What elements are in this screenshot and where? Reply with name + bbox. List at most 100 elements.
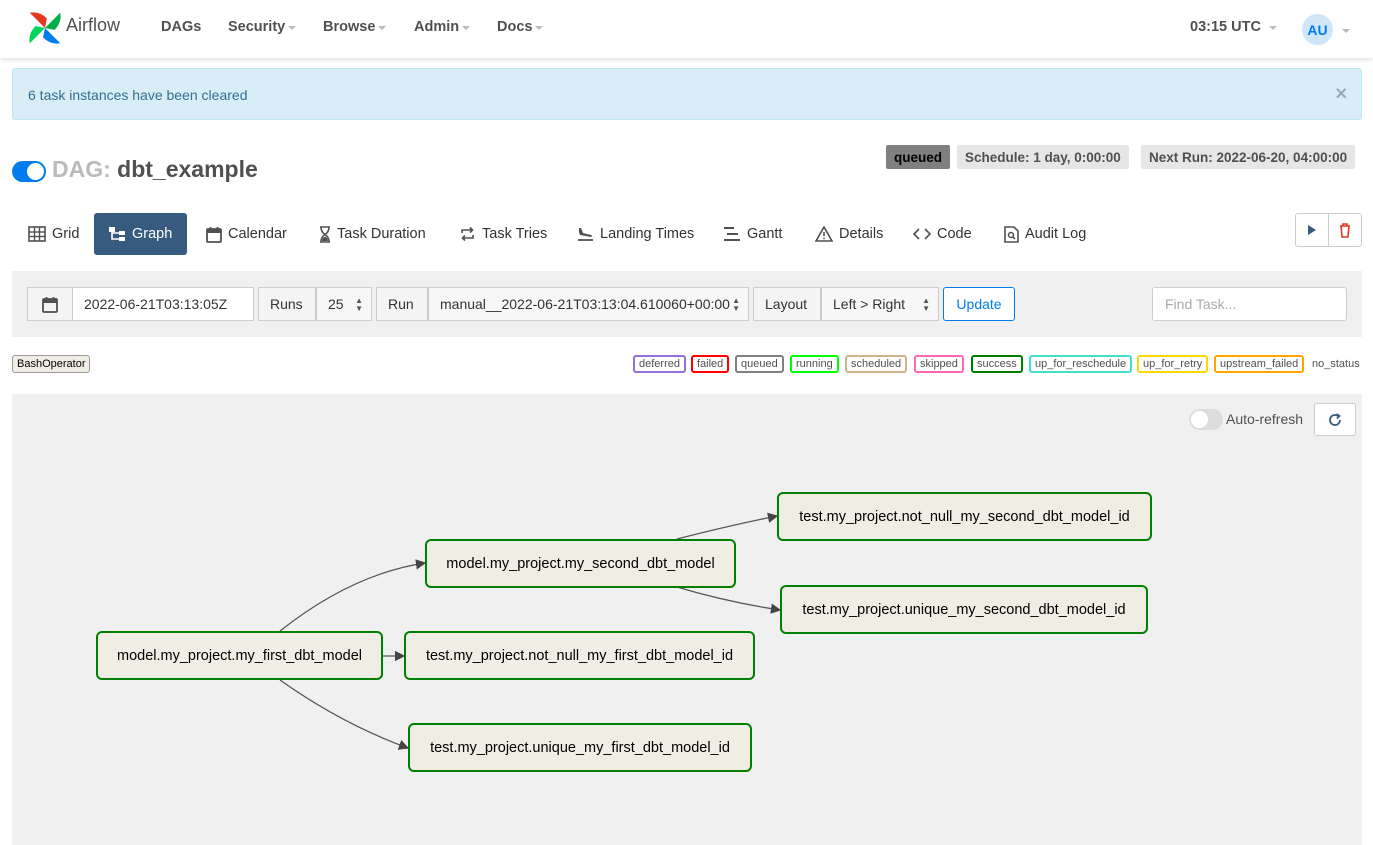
state-legend-up-for-reschedule[interactable]: up_for_reschedule bbox=[1029, 355, 1133, 373]
hourglass-icon bbox=[320, 225, 330, 243]
play-icon bbox=[1308, 225, 1316, 235]
tab-landing-times-label: Landing Times bbox=[600, 226, 695, 242]
layout-select[interactable]: Left > Right ▲ ▼ bbox=[821, 287, 939, 321]
nav-browse-label: Browse bbox=[323, 19, 376, 35]
state-legend-running[interactable]: running bbox=[790, 355, 839, 373]
state-legend-skipped[interactable]: skipped bbox=[914, 355, 964, 373]
user-avatar[interactable]: AU bbox=[1302, 14, 1333, 45]
delete-dag-button[interactable] bbox=[1328, 213, 1362, 247]
run-select[interactable]: manual__2022-06-21T03:13:04.610060+00:00… bbox=[428, 287, 749, 321]
calendar-icon bbox=[42, 296, 58, 313]
tab-gantt-label: Gantt bbox=[747, 226, 783, 242]
timezone-dropdown[interactable]: 03:15 UTC bbox=[1190, 19, 1277, 35]
nav-security[interactable]: Security bbox=[228, 19, 297, 35]
calendar-icon bbox=[206, 226, 222, 243]
edge-first-to-unique-first bbox=[279, 679, 410, 750]
next-run-badge: Next Run: 2022-06-20, 04:00:00 bbox=[1141, 145, 1356, 169]
close-icon[interactable]: × bbox=[1335, 84, 1347, 104]
dag-name[interactable]: dbt_example bbox=[117, 156, 258, 182]
edge-first-to-second bbox=[279, 559, 427, 632]
nav-admin-label: Admin bbox=[414, 19, 460, 35]
task-node[interactable]: test.my_project.not_null_my_second_dbt_m… bbox=[777, 492, 1152, 541]
nav-dags[interactable]: DAGs bbox=[161, 19, 201, 35]
caret-down-icon bbox=[288, 26, 297, 30]
avatar-initials: AU bbox=[1307, 21, 1328, 38]
task-node[interactable]: model.my_project.my_second_dbt_model bbox=[425, 539, 736, 588]
edge-second-to-unique-second bbox=[676, 586, 782, 614]
update-button[interactable]: Update bbox=[943, 287, 1015, 321]
landing-icon bbox=[578, 228, 593, 241]
tab-task-tries[interactable]: Task Tries bbox=[445, 213, 561, 255]
tab-audit-log[interactable]: Audit Log bbox=[990, 213, 1100, 255]
runs-select[interactable]: 25 ▲ ▼ bbox=[316, 287, 372, 321]
task-node[interactable]: test.my_project.unique_my_first_dbt_mode… bbox=[408, 723, 752, 772]
state-legend-queued[interactable]: queued bbox=[735, 355, 784, 373]
tab-details-label: Details bbox=[839, 226, 884, 242]
tab-grid-label: Grid bbox=[52, 226, 80, 242]
airflow-pinwheel-icon bbox=[29, 12, 61, 44]
trigger-dag-button[interactable] bbox=[1295, 213, 1329, 247]
current-time: 03:15 UTC bbox=[1190, 19, 1261, 35]
tab-code[interactable]: Code bbox=[899, 213, 986, 255]
graph-controls: 2022-06-21T03:13:05Z Runs 25 ▲ ▼ Run manu… bbox=[12, 271, 1362, 337]
caret-down-icon bbox=[462, 26, 471, 30]
tab-landing-times[interactable]: Landing Times bbox=[562, 213, 708, 255]
caret-down-icon bbox=[1268, 26, 1277, 30]
operator-legend-bashoperator[interactable]: BashOperator bbox=[12, 355, 91, 373]
dag-pause-toggle[interactable] bbox=[12, 161, 46, 182]
nav-browse[interactable]: Browse bbox=[323, 19, 387, 35]
task-node[interactable]: test.my_project.unique_my_second_dbt_mod… bbox=[780, 585, 1148, 634]
task-node[interactable]: test.my_project.not_null_my_first_dbt_mo… bbox=[404, 631, 755, 680]
info-alert: 6 task instances have been cleared × bbox=[12, 68, 1362, 120]
tab-gantt[interactable]: Gantt bbox=[709, 213, 796, 255]
select-arrows-icon: ▲ ▼ bbox=[922, 296, 930, 313]
dag-title: DAG: dbt_example bbox=[52, 156, 258, 183]
trash-icon bbox=[1340, 222, 1350, 238]
tab-graph[interactable]: Graph bbox=[94, 213, 187, 255]
find-task-input[interactable] bbox=[1152, 287, 1347, 321]
nav-docs[interactable]: Docs bbox=[497, 19, 544, 35]
layout-select-value: Left > Right bbox=[833, 296, 905, 312]
tab-details[interactable]: Details bbox=[801, 213, 897, 255]
state-legend-scheduled[interactable]: scheduled bbox=[845, 355, 908, 373]
alert-message: 6 task instances have been cleared bbox=[28, 87, 248, 103]
tab-task-duration[interactable]: Task Duration bbox=[305, 213, 440, 255]
repeat-icon bbox=[461, 226, 474, 242]
nav-admin[interactable]: Admin bbox=[414, 19, 471, 35]
tab-task-tries-label: Task Tries bbox=[482, 226, 548, 242]
tab-calendar[interactable]: Calendar bbox=[192, 213, 301, 255]
tab-graph-label: Graph bbox=[132, 226, 173, 242]
edge-second-to-not-null-second bbox=[676, 512, 779, 540]
layout-label: Layout bbox=[753, 287, 821, 321]
runs-select-value: 25 bbox=[328, 296, 344, 312]
dag-graph-canvas[interactable]: Auto-refresh model.my_project.my_first_d… bbox=[12, 394, 1362, 845]
run-select-value: manual__2022-06-21T03:13:04.610060+00:00 bbox=[440, 296, 730, 312]
base-date-input[interactable]: 2022-06-21T03:13:05Z bbox=[72, 287, 254, 321]
runs-label: Runs bbox=[258, 287, 316, 321]
nav-dags-label: DAGs bbox=[161, 19, 202, 35]
tab-audit-log-label: Audit Log bbox=[1025, 226, 1087, 242]
date-picker-button[interactable] bbox=[27, 287, 73, 321]
dag-title-prefix: DAG: bbox=[52, 156, 111, 182]
code-icon bbox=[913, 228, 931, 240]
state-legend-upstream-failed[interactable]: upstream_failed bbox=[1214, 355, 1305, 373]
select-arrows-icon: ▲ ▼ bbox=[732, 296, 740, 313]
graph-icon bbox=[109, 227, 125, 241]
state-legend-success[interactable]: success bbox=[971, 355, 1023, 373]
state-legend-failed[interactable]: failed bbox=[691, 355, 730, 373]
audit-log-icon bbox=[1004, 225, 1019, 243]
task-node[interactable]: model.my_project.my_first_dbt_model bbox=[96, 631, 383, 680]
toggle-knob bbox=[27, 163, 44, 180]
brand-name: Airflow bbox=[66, 14, 121, 35]
state-legend-deferred[interactable]: deferred bbox=[633, 355, 686, 373]
state-legend-no-status[interactable]: no_status bbox=[1309, 355, 1360, 373]
caret-down-icon bbox=[378, 26, 387, 30]
nav-docs-label: Docs bbox=[497, 19, 533, 35]
airflow-logo[interactable]: Airflow bbox=[26, 8, 120, 48]
schedule-badge: Schedule: 1 day, 0:00:00 bbox=[957, 145, 1129, 169]
dag-state-badge: queued bbox=[886, 145, 951, 169]
tab-grid[interactable]: Grid bbox=[14, 213, 93, 255]
nav-security-label: Security bbox=[228, 19, 286, 35]
caret-down-icon[interactable] bbox=[1342, 29, 1350, 33]
state-legend-up-for-retry[interactable]: up_for_retry bbox=[1137, 355, 1209, 373]
